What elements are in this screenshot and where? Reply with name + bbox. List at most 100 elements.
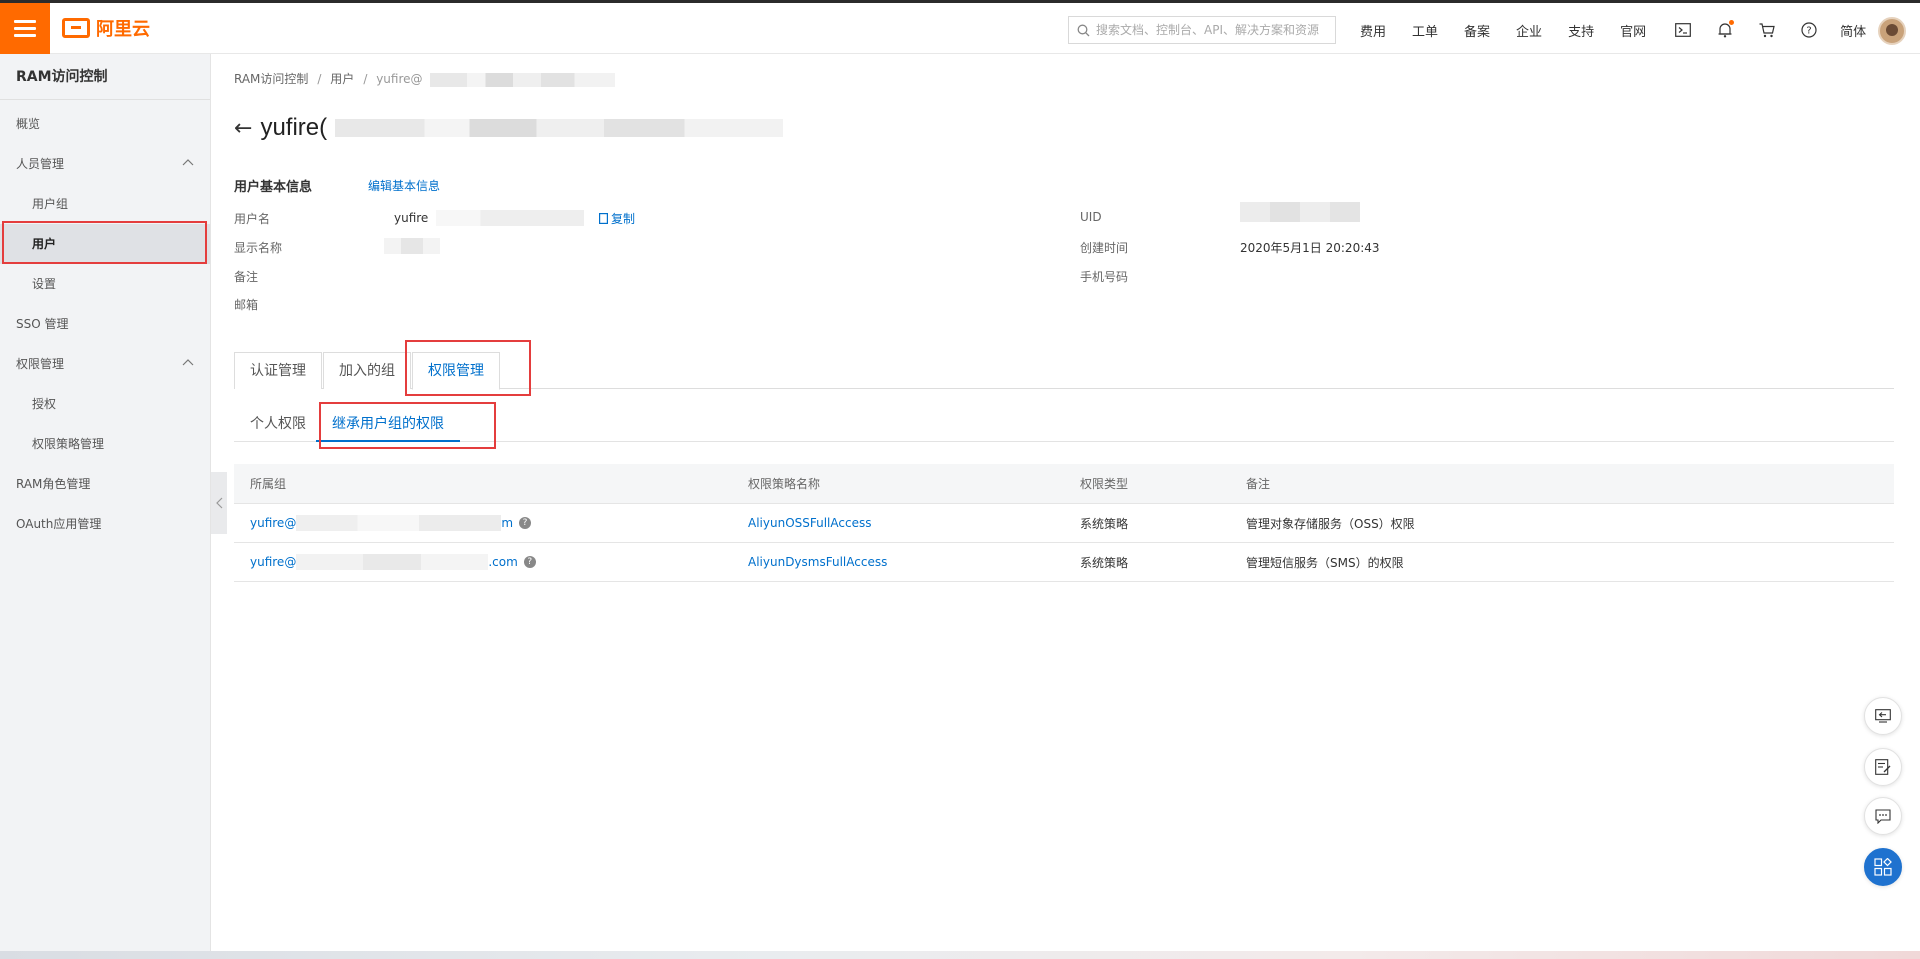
breadcrumb-ram[interactable]: RAM访问控制 — [234, 72, 308, 86]
breadcrumb: RAM访问控制 / 用户 / yufire@ — [234, 70, 619, 87]
sidebar-collapse-toggle[interactable] — [211, 472, 227, 534]
permission-remark: 管理短信服务（SMS）的权限 — [1246, 555, 1404, 570]
top-link-support[interactable]: 支持 — [1568, 21, 1594, 40]
export-icon — [1875, 709, 1891, 723]
top-link-cost[interactable]: 费用 — [1360, 21, 1386, 40]
column-header-permission-type: 权限类型 — [1080, 477, 1129, 491]
apps-grid-icon — [1874, 858, 1892, 876]
top-link-ticket[interactable]: 工单 — [1412, 21, 1438, 40]
sidebar-item-oauth-apps[interactable]: OAuth应用管理 — [0, 504, 210, 544]
username-label: 用户名 — [234, 212, 271, 226]
sidebar-item-user-groups[interactable]: 用户组 — [0, 184, 210, 224]
float-apps-button[interactable] — [1864, 848, 1902, 886]
edit-note-icon — [1875, 759, 1891, 775]
policy-link[interactable]: AliyunDysmsFullAccess — [748, 543, 887, 581]
group-link[interactable]: yufire@ .com ? — [250, 543, 536, 581]
group-link[interactable]: yufire@ m ? — [250, 504, 532, 542]
sidebar-title: RAM访问控制 — [0, 54, 210, 100]
top-link-icp[interactable]: 备案 — [1464, 21, 1490, 40]
created-time-label: 创建时间 — [1080, 241, 1129, 255]
copy-label: 复制 — [611, 212, 636, 226]
hamburger-menu-icon[interactable] — [0, 3, 50, 54]
group-name-suffix: m — [501, 516, 514, 530]
top-links: 费用 工单 备案 企业 支持 官网 ? 简体 — [1360, 17, 1892, 43]
help-icon[interactable]: ? — [1798, 19, 1820, 41]
created-time-value: 2020年5月1日 20:20:43 — [1240, 241, 1380, 255]
main-content: RAM访问控制 / 用户 / yufire@ ← yufire( 用户基本信息 编辑… — [234, 54, 1894, 934]
search-input[interactable] — [1096, 23, 1326, 37]
tab-permissions[interactable]: 权限管理 — [412, 352, 500, 390]
group-name-suffix: .com — [488, 555, 518, 569]
page-title: yufire( — [260, 114, 328, 141]
copy-username-button[interactable]: 复制 — [599, 210, 635, 227]
table-header: 所属组 权限策略名称 权限类型 备注 — [234, 464, 1894, 504]
redacted-block — [296, 554, 489, 570]
tab-authentication[interactable]: 认证管理 — [234, 352, 322, 389]
redacted-block — [436, 210, 584, 226]
username-value: yufire — [394, 211, 429, 225]
breadcrumb-current-user: yufire@ — [376, 72, 423, 86]
sidebar-item-label: 权限管理 — [16, 357, 65, 371]
permission-type: 系统策略 — [1080, 516, 1129, 531]
help-question-icon[interactable]: ? — [519, 517, 532, 529]
back-arrow-icon[interactable]: ← — [234, 116, 252, 141]
column-header-remark: 备注 — [1246, 477, 1271, 491]
permission-type: 系统策略 — [1080, 555, 1129, 570]
user-avatar[interactable] — [1878, 17, 1906, 45]
redacted-block — [1240, 202, 1360, 222]
subtab-personal-permissions[interactable]: 个人权限 — [250, 410, 306, 442]
terminal-icon[interactable] — [1672, 19, 1694, 41]
aliyun-logo[interactable]: 阿里云 — [62, 15, 150, 41]
breadcrumb-separator: / — [363, 72, 368, 86]
language-switch[interactable]: 简体 — [1840, 21, 1866, 40]
copy-icon — [599, 213, 609, 225]
notification-dot — [1729, 20, 1735, 25]
breadcrumb-separator: / — [317, 72, 322, 86]
global-search-box[interactable] — [1068, 16, 1336, 44]
sidebar-item-policies[interactable]: 权限策略管理 — [0, 424, 210, 464]
remark-label: 备注 — [234, 270, 259, 284]
permission-subtabs: 个人权限 继承用户组的权限 — [234, 410, 1894, 442]
sidebar-item-grants[interactable]: 授权 — [0, 384, 210, 424]
os-taskbar-strip — [0, 951, 1920, 959]
permission-remark: 管理对象存储服务（OSS）权限 — [1246, 516, 1415, 531]
redacted-block — [296, 515, 502, 531]
sidebar-item-identity-management[interactable]: 人员管理 — [0, 144, 210, 184]
column-header-group: 所属组 — [250, 477, 287, 491]
policy-link[interactable]: AliyunOSSFullAccess — [748, 504, 871, 542]
chevron-left-icon — [216, 497, 223, 509]
help-question-icon[interactable]: ? — [523, 556, 536, 568]
top-navigation-bar: 阿里云 费用 工单 备案 企业 支持 官网 ? 简体 — [0, 0, 1920, 54]
edit-basic-info-link[interactable]: 编辑基本信息 — [368, 177, 440, 194]
cart-icon[interactable] — [1756, 19, 1778, 41]
sidebar-item-overview[interactable]: 概览 — [0, 104, 210, 144]
subtab-inherited-group-permissions[interactable]: 继承用户组的权限 — [316, 410, 460, 442]
bell-icon[interactable] — [1714, 19, 1736, 41]
sidebar-item-permission-management[interactable]: 权限管理 — [0, 344, 210, 384]
float-edit-note-button[interactable] — [1864, 748, 1902, 786]
float-export-button[interactable] — [1864, 697, 1902, 735]
sidebar-item-ram-roles[interactable]: RAM角色管理 — [0, 464, 210, 504]
redacted-block — [335, 119, 784, 137]
chat-icon — [1875, 808, 1891, 824]
top-link-enterprise[interactable]: 企业 — [1516, 21, 1542, 40]
sidebar-item-users[interactable]: 用户 — [0, 224, 210, 264]
sidebar-item-label: 人员管理 — [16, 157, 65, 171]
chevron-up-icon — [182, 359, 194, 366]
uid-label: UID — [1080, 210, 1102, 224]
group-name-prefix: yufire@ — [250, 555, 297, 569]
main-tabs: 认证管理 加入的组 权限管理 — [234, 352, 1894, 390]
page-header: ← yufire( — [234, 112, 784, 144]
sidebar-item-settings[interactable]: 设置 — [0, 264, 210, 304]
sidebar-item-sso[interactable]: SSO 管理 — [0, 304, 210, 344]
table-row: yufire@ m ? AliyunOSSFullAccess 系统策略 管理对… — [234, 504, 1894, 543]
tab-joined-groups[interactable]: 加入的组 — [323, 352, 411, 389]
top-link-official-site[interactable]: 官网 — [1620, 21, 1646, 40]
table-row: yufire@ .com ? AliyunDysmsFullAccess 系统策… — [234, 543, 1894, 582]
email-label: 邮箱 — [234, 298, 259, 312]
column-header-policy-name: 权限策略名称 — [748, 477, 821, 491]
logo-text: 阿里云 — [96, 19, 150, 40]
float-chat-button[interactable] — [1864, 797, 1902, 835]
breadcrumb-users[interactable]: 用户 — [330, 72, 354, 86]
phone-label: 手机号码 — [1080, 270, 1129, 284]
